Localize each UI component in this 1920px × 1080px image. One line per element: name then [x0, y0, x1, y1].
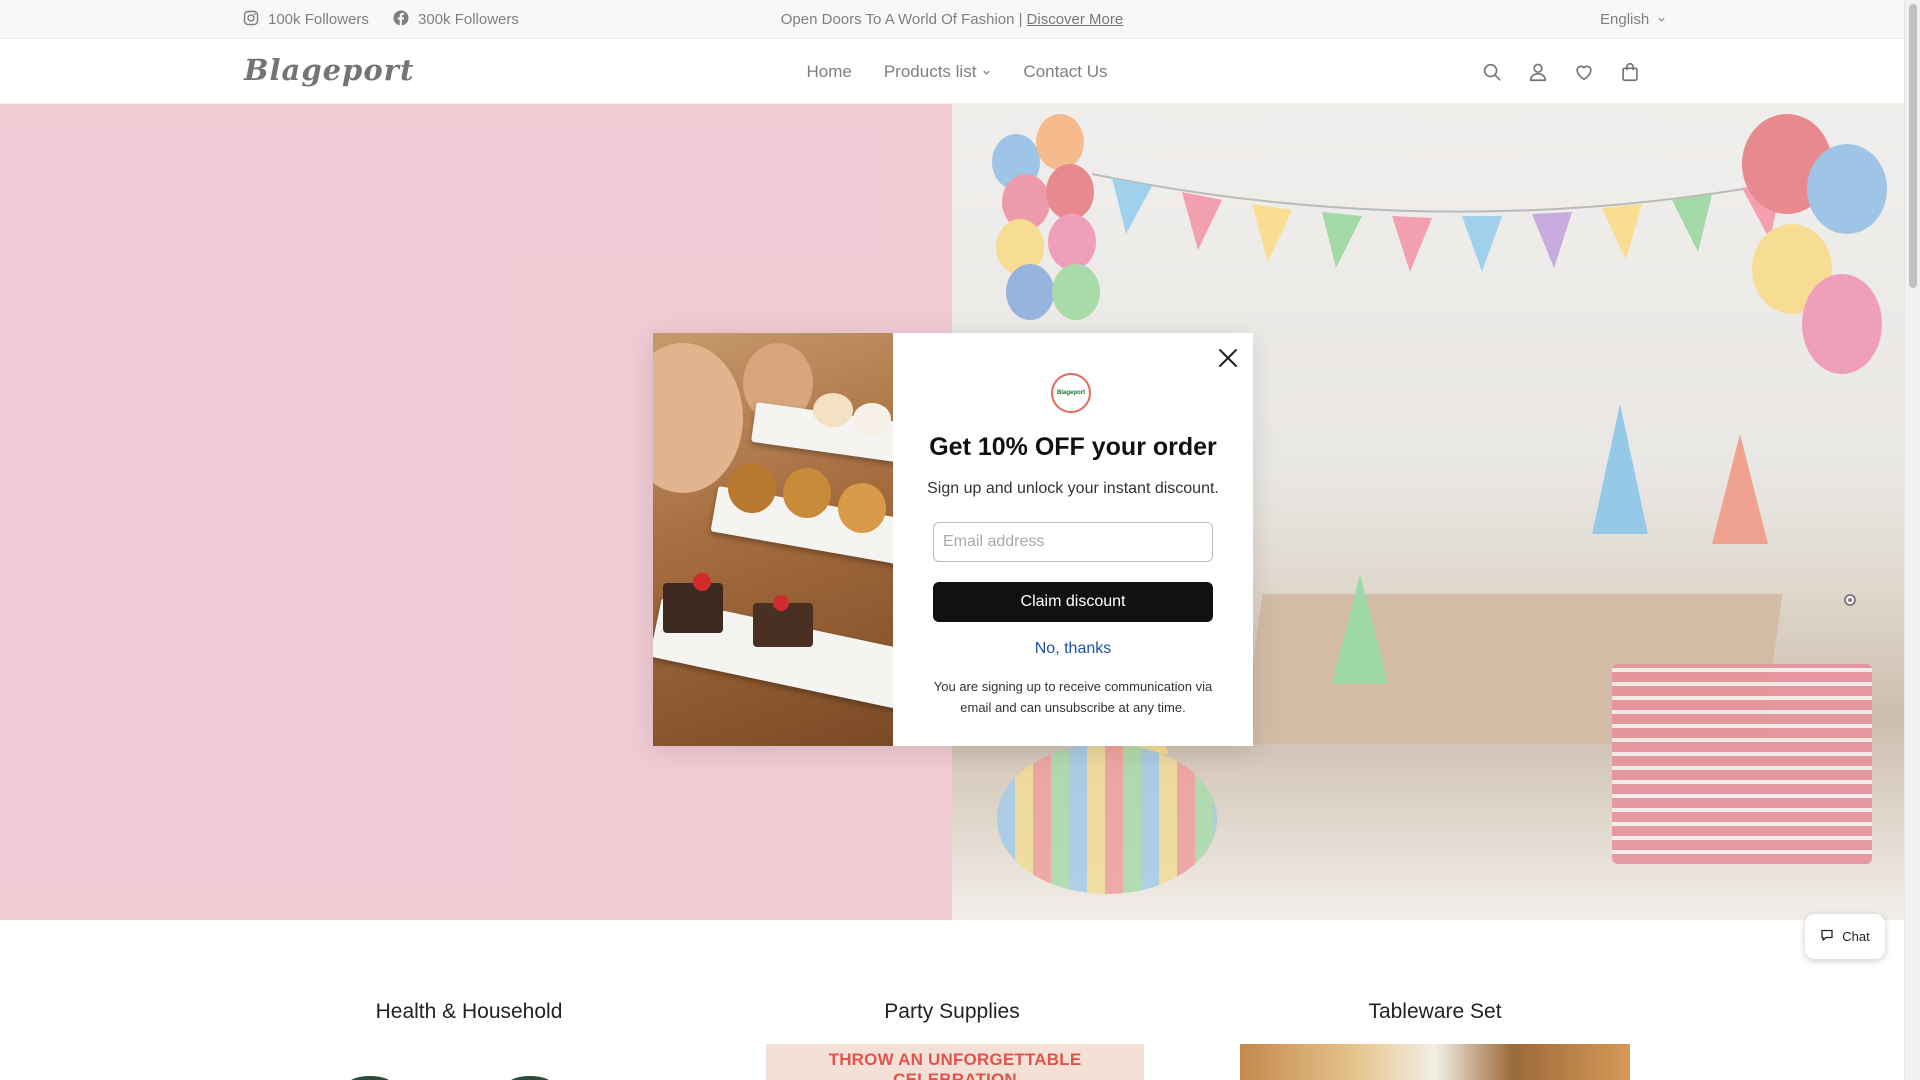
popup-disclaimer: You are signing up to receive communicat…	[933, 679, 1213, 715]
party-supplies-banner[interactable]: THROW AN UNFORGETTABLE CELEBRATION	[766, 1044, 1144, 1080]
no-thanks-link[interactable]: No, thanks	[893, 640, 1253, 658]
email-field[interactable]	[933, 522, 1213, 562]
popup-subtitle: Sign up and unlock your instant discount…	[927, 480, 1219, 497]
popup-title: Get 10% OFF your order	[929, 433, 1217, 461]
chat-label: Chat	[1842, 929, 1870, 944]
close-icon[interactable]	[1217, 347, 1239, 369]
claim-discount-button[interactable]: Claim discount	[933, 582, 1213, 622]
dessert-tray-photo	[653, 333, 893, 746]
discount-popup: Blageport Get 10% OFF your order Sign up…	[653, 333, 1253, 746]
tableware-set-image[interactable]	[1240, 1044, 1630, 1080]
chat-bubble-icon	[1820, 928, 1834, 945]
category-title-tableware[interactable]: Tableware Set	[1235, 1000, 1635, 1024]
popup-brand-logo: Blageport	[1051, 373, 1091, 413]
scrollbar-thumb[interactable]	[1909, 4, 1917, 288]
chat-button[interactable]: Chat	[1805, 914, 1885, 959]
health-household-image[interactable]	[340, 1044, 570, 1080]
category-section: Health & Household Party Supplies Tablew…	[0, 920, 1904, 1080]
category-title-health[interactable]: Health & Household	[269, 1000, 669, 1024]
category-title-party[interactable]: Party Supplies	[752, 1000, 1152, 1024]
page-scrollbar[interactable]	[1904, 0, 1920, 1080]
popup-content: Blageport Get 10% OFF your order Sign up…	[893, 333, 1253, 746]
